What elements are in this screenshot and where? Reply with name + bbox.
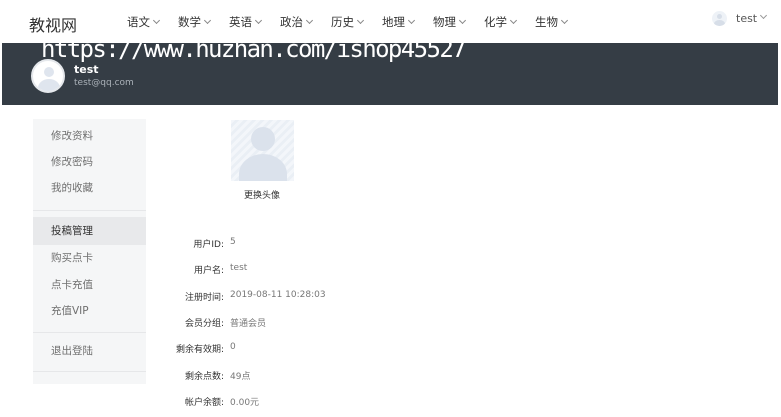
account-sidebar: 修改资料 修改密码 我的收藏 投稿管理 购买点卡 点卡充值 充值VIP 退出登陆 (33, 119, 146, 384)
sidebar-divider (33, 210, 146, 211)
nav-item-physics[interactable]: 物理 (433, 14, 467, 30)
nav-item-label: 数学 (178, 15, 201, 29)
chevron-down-icon (203, 16, 212, 25)
info-label-member-group: 会员分组: (184, 319, 224, 329)
info-value-balance: 0.00元 (230, 398, 260, 408)
info-label-user-id: 用户ID: (193, 240, 224, 250)
info-value-points: 49点 (230, 372, 251, 382)
nav-item-math[interactable]: 数学 (178, 14, 212, 30)
nav-username: test (736, 12, 758, 25)
nav-item-chemistry[interactable]: 化学 (484, 14, 518, 30)
nav-item-chinese[interactable]: 语文 (127, 14, 161, 30)
chevron-down-icon (407, 16, 416, 25)
nav-item-label: 化学 (484, 15, 507, 29)
info-label-register-time: 注册时间: (184, 293, 224, 303)
profile-name: test (74, 63, 99, 76)
info-value-validity: 0 (230, 342, 236, 352)
sidebar-item-edit-profile[interactable]: 修改资料 (33, 123, 146, 150)
info-label-points: 剩余点数: (184, 372, 224, 382)
chevron-down-icon (509, 16, 518, 25)
avatar-image[interactable] (231, 120, 294, 181)
nav-item-label: 物理 (433, 15, 456, 29)
nav-item-politics[interactable]: 政治 (280, 14, 314, 30)
user-menu[interactable]: test (712, 11, 768, 26)
site-logo[interactable]: 教视网 (29, 12, 77, 36)
sidebar-item-change-password[interactable]: 修改密码 (33, 149, 146, 176)
sidebar-item-submissions[interactable]: 投稿管理 (33, 217, 146, 245)
nav-item-label: 生物 (535, 15, 558, 29)
watermark-text: https://www.huzhan.com/ishop45527 (41, 35, 467, 63)
info-label-validity: 剩余有效期: (175, 345, 224, 355)
user-avatar-icon (712, 11, 727, 26)
nav-item-label: 地理 (382, 15, 405, 29)
sidebar-item-vip-recharge[interactable]: 充值VIP (33, 298, 146, 325)
chevron-down-icon (458, 16, 467, 25)
subject-menu: 语文 数学 英语 政治 历史 地理 物理 化学 生物 (127, 14, 586, 30)
info-label-username: 用户名: (193, 266, 224, 276)
nav-item-label: 历史 (331, 15, 354, 29)
sidebar-item-favorites[interactable]: 我的收藏 (33, 175, 146, 202)
sidebar-item-logout[interactable]: 退出登陆 (33, 338, 146, 365)
nav-item-history[interactable]: 历史 (331, 14, 365, 30)
info-value-user-id: 5 (230, 237, 236, 247)
chevron-down-icon (305, 16, 314, 25)
sidebar-item-card-recharge[interactable]: 点卡充值 (33, 272, 146, 299)
nav-item-label: 英语 (229, 15, 252, 29)
info-label-balance: 帐户余额: (184, 398, 224, 408)
nav-item-label: 语文 (127, 15, 150, 29)
change-avatar-link[interactable]: 更换头像 (244, 188, 280, 201)
nav-item-english[interactable]: 英语 (229, 14, 263, 30)
profile-avatar (31, 59, 65, 93)
chevron-down-icon (560, 16, 569, 25)
sidebar-divider (33, 371, 146, 372)
sidebar-item-buy-card[interactable]: 购买点卡 (33, 245, 146, 272)
info-value-register-time: 2019-08-11 10:28:03 (230, 290, 326, 300)
nav-item-geography[interactable]: 地理 (382, 14, 416, 30)
profile-email: test@qq.com (74, 78, 134, 88)
nav-item-label: 政治 (280, 15, 303, 29)
chevron-down-icon (152, 16, 161, 25)
chevron-down-icon (356, 16, 365, 25)
chevron-down-icon (760, 11, 768, 20)
sidebar-divider (33, 332, 146, 333)
nav-item-biology[interactable]: 生物 (535, 14, 569, 30)
chevron-down-icon (254, 16, 263, 25)
info-value-username: test (230, 263, 248, 273)
info-value-member-group: 普通会员 (230, 319, 267, 329)
